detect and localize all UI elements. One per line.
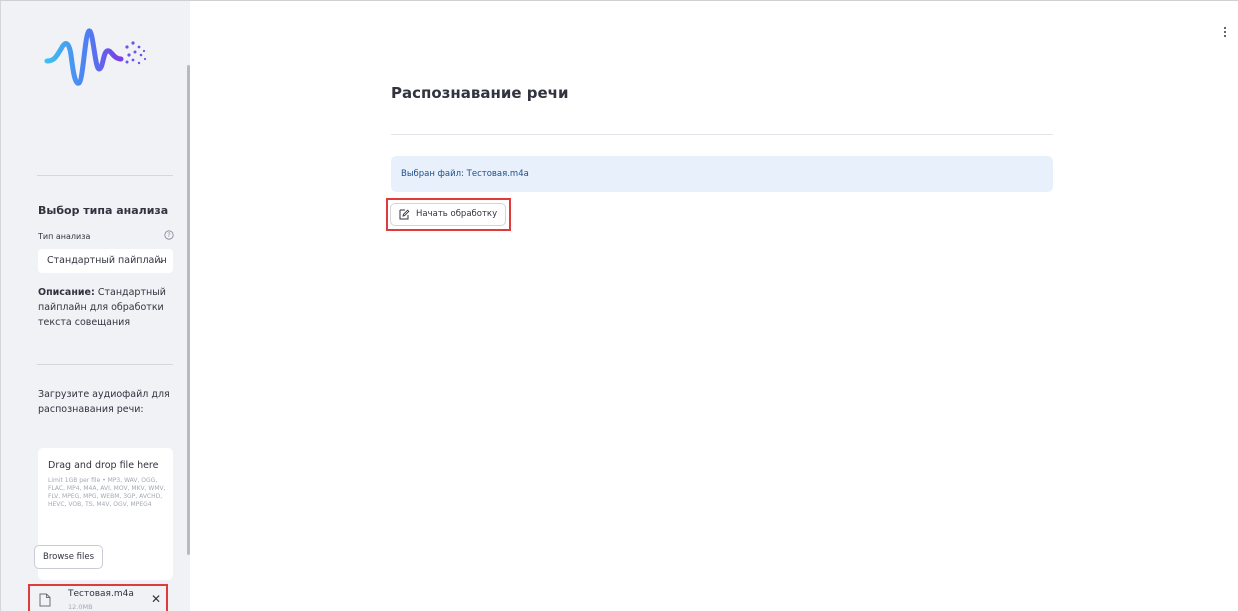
analysis-description: Описание: Стандартный пайплайн для обраб… [38,285,178,330]
question-circle-icon[interactable]: ? [164,230,174,240]
start-processing-button[interactable]: Начать обработку [390,203,506,226]
main-divider [391,134,1053,135]
section-title: Выбор типа анализа [38,204,169,217]
file-icon [39,593,51,607]
sidebar-scrollbar[interactable] [187,65,190,555]
page-title: Распознавание речи [391,84,569,102]
analysis-type-label: Тип анализа [38,232,91,241]
start-processing-label: Начать обработку [416,209,498,219]
file-name: Тестовая.m4a [68,589,134,599]
browse-files-button[interactable]: Browse files [34,545,103,569]
analysis-type-value: Стандартный пайплайн [47,255,167,266]
edit-document-icon [399,209,410,220]
more-vertical-icon[interactable] [1223,26,1227,38]
chevron-down-icon: ⌄ [157,256,165,266]
close-icon[interactable]: ✕ [151,592,161,606]
description-label: Описание: [38,287,95,298]
uploaded-file-item: Тестовая.m4a 12.0MB ✕ [28,584,168,611]
sidebar: Выбор типа анализа Тип анализа ? Стандар… [0,1,190,611]
svg-text:?: ? [167,232,170,239]
sidebar-divider [37,364,173,365]
file-size: 12.0MB [68,603,93,611]
selected-file-info: Выбран файл: Тестовая.m4a [391,156,1053,192]
dropzone-limit: Limit 1GB per file • MP3, WAV, OGG, FLAC… [48,477,166,508]
analysis-type-select[interactable]: Стандартный пайплайн ⌄ [38,249,173,273]
upload-label: Загрузите аудиофайл для распознавания ре… [38,389,170,415]
waveform-logo [44,28,147,86]
dropzone-title: Drag and drop file here [48,460,159,471]
sidebar-divider [37,175,173,176]
